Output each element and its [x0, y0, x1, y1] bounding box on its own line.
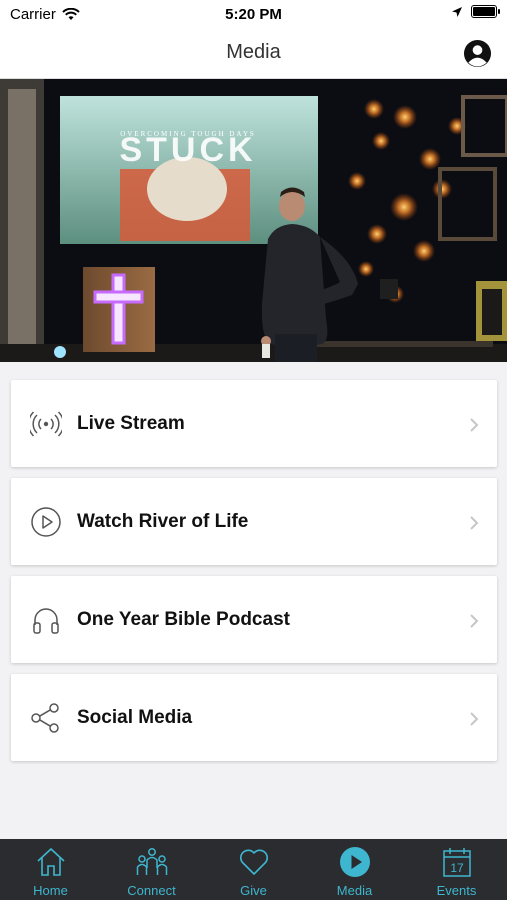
status-bar: Carrier 5:20 PM [0, 0, 507, 28]
play-icon [340, 847, 370, 877]
broadcast-icon [30, 411, 62, 437]
hero-image: OVERCOMING TOUGH DAYS STUCK [0, 79, 507, 362]
play-circle-icon [31, 507, 61, 537]
chevron-right-icon [470, 614, 479, 628]
share-icon [31, 703, 59, 733]
chevron-right-icon [470, 712, 479, 726]
menu-item-label: Social Media [77, 707, 193, 728]
heart-icon [240, 849, 268, 875]
menu-item-bible-podcast[interactable]: One Year Bible Podcast [11, 576, 497, 663]
tab-label: Give [240, 883, 267, 898]
tab-bar: Home Connect Give Media 17 Events [0, 839, 507, 900]
headphones-icon [33, 608, 59, 634]
tab-home[interactable]: Home [0, 839, 101, 900]
tab-label: Media [336, 883, 373, 898]
battery-icon [471, 5, 500, 18]
menu-item-label: Watch River of Life [77, 511, 249, 532]
status-time: 5:20 PM [225, 6, 282, 23]
tab-label: Connect [127, 883, 176, 898]
menu-item-live-stream[interactable]: Live Stream [11, 380, 497, 467]
people-icon [136, 848, 168, 875]
chevron-right-icon [470, 418, 479, 432]
menu-item-watch-river-of-life[interactable]: Watch River of Life [11, 478, 497, 565]
menu-item-label: One Year Bible Podcast [77, 609, 290, 630]
menu-item-social-media[interactable]: Social Media [11, 674, 497, 761]
chevron-right-icon [470, 516, 479, 530]
calendar-day: 17 [450, 861, 464, 875]
tab-label: Events [436, 883, 477, 898]
home-icon [37, 847, 65, 876]
profile-icon[interactable] [463, 39, 492, 68]
page-title: Media [226, 41, 281, 63]
tab-label: Home [33, 883, 68, 898]
screen-title: STUCK [119, 131, 256, 169]
hero-photo: OVERCOMING TOUGH DAYS STUCK [0, 79, 507, 362]
calendar-icon: 17 [443, 848, 471, 877]
status-right [451, 5, 500, 18]
tab-give[interactable]: Give [203, 839, 304, 900]
tab-media[interactable]: Media [304, 839, 405, 900]
nav-bar: Media [0, 28, 507, 79]
menu-item-label: Live Stream [77, 413, 185, 434]
tab-connect[interactable]: Connect [101, 839, 202, 900]
tab-events[interactable]: 17 Events [406, 839, 507, 900]
location-arrow-icon [452, 6, 462, 17]
